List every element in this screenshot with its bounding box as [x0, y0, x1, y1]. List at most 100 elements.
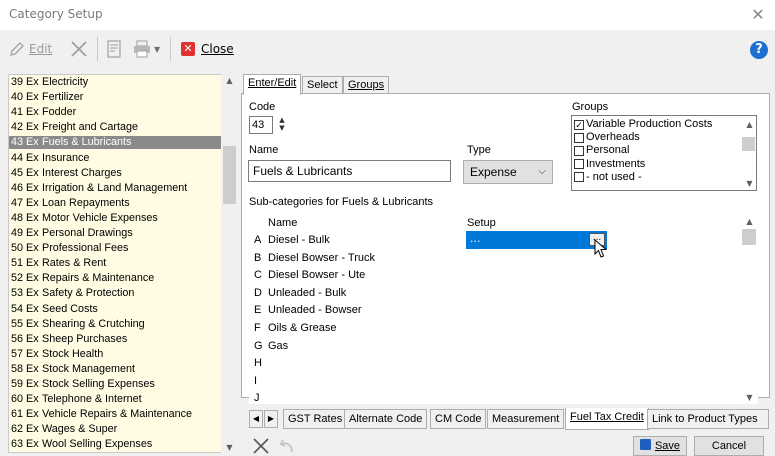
- category-row[interactable]: 63 Ex Wool Selling Expenses: [9, 438, 222, 451]
- tab-link-to-product-types[interactable]: Link to Product Types: [647, 409, 769, 429]
- print-preview-button[interactable]: [106, 40, 122, 58]
- subcategory-row[interactable]: I: [249, 373, 739, 391]
- tabs-scroll-left[interactable]: ◀: [249, 410, 263, 428]
- category-row[interactable]: 41 Ex Fodder: [9, 106, 222, 119]
- category-row[interactable]: 42 Ex Freight and Cartage: [9, 121, 222, 134]
- category-number: 46: [11, 181, 24, 194]
- category-row[interactable]: 55 Ex Shearing & Crutching: [9, 318, 222, 331]
- setup-cell-selected[interactable]: ...: [466, 231, 607, 249]
- code-spinner[interactable]: ▲ ▼: [275, 116, 289, 134]
- code-input[interactable]: 43: [249, 116, 273, 134]
- checkbox[interactable]: [574, 172, 584, 183]
- group-checkbox-item[interactable]: Personal: [574, 144, 629, 157]
- print-button[interactable]: [132, 40, 152, 58]
- groups-scroll-up[interactable]: ▲: [741, 120, 758, 129]
- groups-checklist[interactable]: ✓ Variable Production Costs Overheads Perso…: [571, 115, 757, 191]
- checkbox[interactable]: [574, 145, 584, 156]
- subcategory-name[interactable]: Diesel - Bulk: [268, 232, 330, 249]
- subcategory-row[interactable]: F Oils & Grease: [249, 320, 739, 338]
- undo-icon[interactable]: [277, 437, 295, 455]
- group-checkbox-item[interactable]: Investments: [574, 158, 645, 171]
- tab-label: Link to Product Types: [652, 413, 758, 425]
- subcategory-row[interactable]: G Gas: [249, 338, 739, 356]
- subcategory-name[interactable]: Unleaded - Bowser: [268, 302, 362, 319]
- subcategory-name[interactable]: Diesel Bowser - Ute: [268, 267, 365, 284]
- category-row[interactable]: 58 Ex Stock Management: [9, 363, 222, 376]
- category-type: Ex: [26, 408, 39, 421]
- category-number: 59: [11, 378, 24, 390]
- category-row[interactable]: 51 Ex Rates & Rent: [9, 257, 222, 270]
- tabs-scroll-right[interactable]: ▶: [264, 410, 278, 428]
- category-row[interactable]: 47 Ex Loan Repayments: [9, 197, 222, 210]
- checkbox[interactable]: [574, 159, 584, 170]
- group-checkbox-item[interactable]: ✓ Variable Production Costs: [574, 118, 712, 131]
- category-list[interactable]: 39 Ex Electricity 40 Ex Fertilizer 41 Ex Fodder 4…: [8, 74, 230, 453]
- subcategory-name[interactable]: Gas: [268, 338, 288, 355]
- subcategory-row[interactable]: E Unleaded - Bowser: [249, 302, 739, 320]
- subcategory-row[interactable]: H: [249, 355, 739, 373]
- tab-enter-edit[interactable]: Enter/Edit: [243, 74, 302, 95]
- category-label: Wool Selling Expenses: [42, 438, 153, 451]
- category-row[interactable]: 40 Ex Fertilizer: [9, 91, 222, 104]
- category-row[interactable]: 56 Ex Sheep Purchases: [9, 333, 222, 346]
- checkbox[interactable]: ✓: [574, 119, 584, 130]
- subcategory-row[interactable]: J: [249, 390, 739, 408]
- category-row[interactable]: 44 Ex Insurance: [9, 152, 222, 165]
- cancel-button[interactable]: Cancel: [694, 436, 764, 456]
- category-row[interactable]: 59 Ex Stock Selling Expenses: [9, 378, 222, 391]
- checkbox[interactable]: [574, 132, 584, 143]
- category-label: Stock Management: [42, 362, 136, 375]
- subcategory-row[interactable]: B Diesel Bowser - Truck: [249, 250, 739, 268]
- category-list-scrollbar[interactable]: [221, 74, 238, 453]
- grid-scroll-up[interactable]: ▲: [741, 217, 758, 226]
- category-type: Ex: [26, 362, 39, 375]
- delete-row-icon[interactable]: [252, 437, 270, 455]
- window-close-button[interactable]: ✕: [749, 5, 767, 24]
- subcategory-row[interactable]: D Unleaded - Bulk: [249, 285, 739, 303]
- subcategory-name[interactable]: Unleaded - Bulk: [268, 285, 346, 302]
- category-number: 40: [11, 91, 24, 104]
- tab-fuel-tax-credit[interactable]: Fuel Tax Credit: [565, 408, 649, 430]
- category-row[interactable]: 43 Ex Fuels & Lubricants: [9, 136, 222, 150]
- subcategory-name[interactable]: Diesel Bowser - Truck: [268, 250, 375, 267]
- category-row[interactable]: 50 Ex Professional Fees: [9, 242, 222, 255]
- category-row[interactable]: 39 Ex Electricity: [9, 76, 222, 89]
- tab-alternate-code[interactable]: Alternate Code: [344, 409, 428, 429]
- category-row[interactable]: 46 Ex Irrigation & Land Management: [9, 182, 222, 195]
- category-row[interactable]: 52 Ex Repairs & Maintenance: [9, 272, 222, 285]
- scroll-down-arrow[interactable]: ▼: [221, 443, 238, 452]
- close-label: Close: [201, 42, 234, 56]
- category-row[interactable]: 49 Ex Personal Drawings: [9, 227, 222, 240]
- setup-cell-value: ...: [470, 232, 481, 245]
- tab-gst-rates[interactable]: GST Rates: [283, 409, 348, 429]
- category-row[interactable]: 53 Ex Safety & Protection: [9, 287, 222, 300]
- category-row[interactable]: 54 Ex Seed Costs: [9, 303, 222, 316]
- scroll-up-arrow[interactable]: ▲: [221, 76, 238, 85]
- save-button[interactable]: Save: [633, 436, 687, 456]
- grid-scroll-thumb[interactable]: [742, 229, 756, 245]
- type-select[interactable]: Expense ⌵: [463, 160, 553, 184]
- subcategory-name[interactable]: Oils & Grease: [268, 320, 336, 337]
- edit-button[interactable]: Edit: [9, 41, 52, 57]
- subcategory-row[interactable]: C Diesel Bowser - Ute: [249, 267, 739, 285]
- close-button[interactable]: ✕ Close: [181, 42, 234, 56]
- category-row[interactable]: 60 Ex Telephone & Internet: [9, 393, 222, 406]
- category-row[interactable]: 57 Ex Stock Health: [9, 348, 222, 361]
- delete-button[interactable]: [69, 39, 89, 59]
- tab-measurement[interactable]: Measurement: [487, 409, 565, 429]
- category-row[interactable]: 62 Ex Wages & Super: [9, 423, 222, 436]
- name-input[interactable]: Fuels & Lubricants: [248, 160, 451, 182]
- groups-scroll-down[interactable]: ▼: [741, 179, 758, 188]
- groups-scroll-thumb[interactable]: [742, 137, 755, 151]
- print-dropdown-arrow[interactable]: ▼: [154, 45, 160, 54]
- category-row[interactable]: 48 Ex Motor Vehicle Expenses: [9, 212, 222, 225]
- category-list-scroll-thumb[interactable]: [223, 146, 236, 204]
- grid-scroll-down[interactable]: ▼: [741, 393, 758, 402]
- help-icon[interactable]: ?: [750, 41, 768, 59]
- group-checkbox-item[interactable]: Overheads: [574, 131, 640, 144]
- category-row[interactable]: 45 Ex Interest Charges: [9, 167, 222, 180]
- category-row[interactable]: 61 Ex Vehicle Repairs & Maintenance: [9, 408, 222, 421]
- tab-cm-code[interactable]: CM Code: [430, 409, 487, 429]
- title-bar: [0, 0, 775, 30]
- group-checkbox-item[interactable]: - not used -: [574, 171, 642, 184]
